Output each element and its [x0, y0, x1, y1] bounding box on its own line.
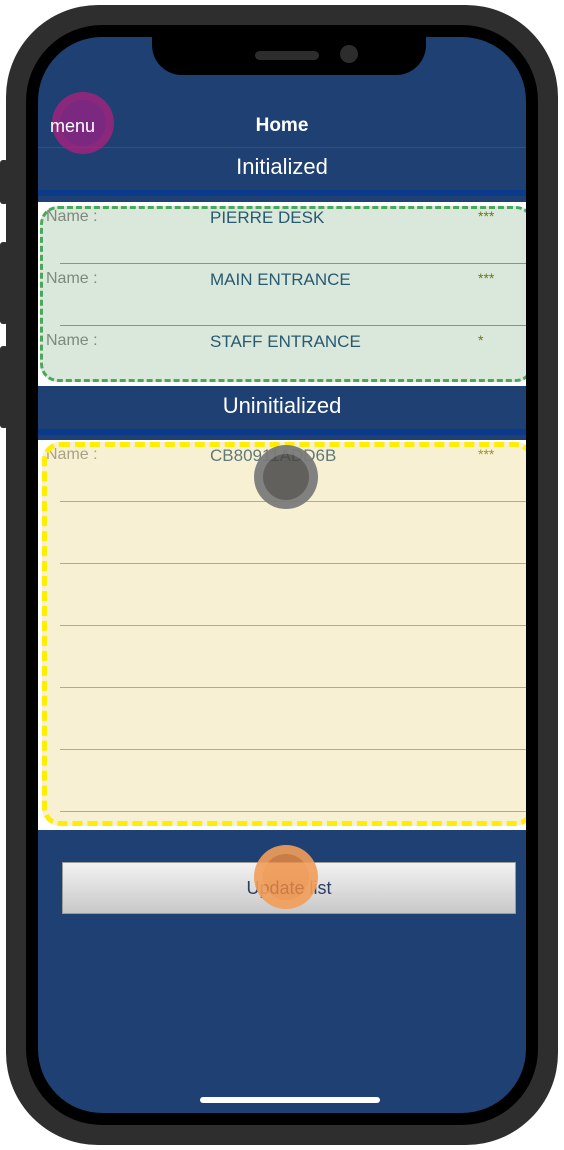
app-screen: menu Home Initialized Name : PIERRE DESK…: [38, 37, 526, 1113]
notch: [152, 37, 426, 75]
touch-indicator-update: [254, 845, 318, 909]
initialized-highlight: [40, 206, 526, 382]
initialized-list: Name : PIERRE DESK *** Name : MAIN ENTRA…: [38, 202, 526, 386]
home-indicator: [200, 1097, 380, 1103]
speaker-grille: [255, 51, 319, 60]
volume-up-button: [0, 242, 8, 324]
section-header-uninitialized: Uninitialized: [38, 387, 526, 435]
touch-indicator-list-item: [254, 445, 318, 509]
front-camera: [340, 45, 358, 63]
phone-frame: menu Home Initialized Name : PIERRE DESK…: [0, 5, 558, 1145]
section-header-initialized: Initialized: [38, 148, 526, 196]
volume-down-button: [0, 346, 8, 428]
silent-switch: [0, 160, 8, 204]
menu-button[interactable]: menu: [50, 110, 95, 142]
phone-bezel: menu Home Initialized Name : PIERRE DESK…: [26, 25, 538, 1125]
